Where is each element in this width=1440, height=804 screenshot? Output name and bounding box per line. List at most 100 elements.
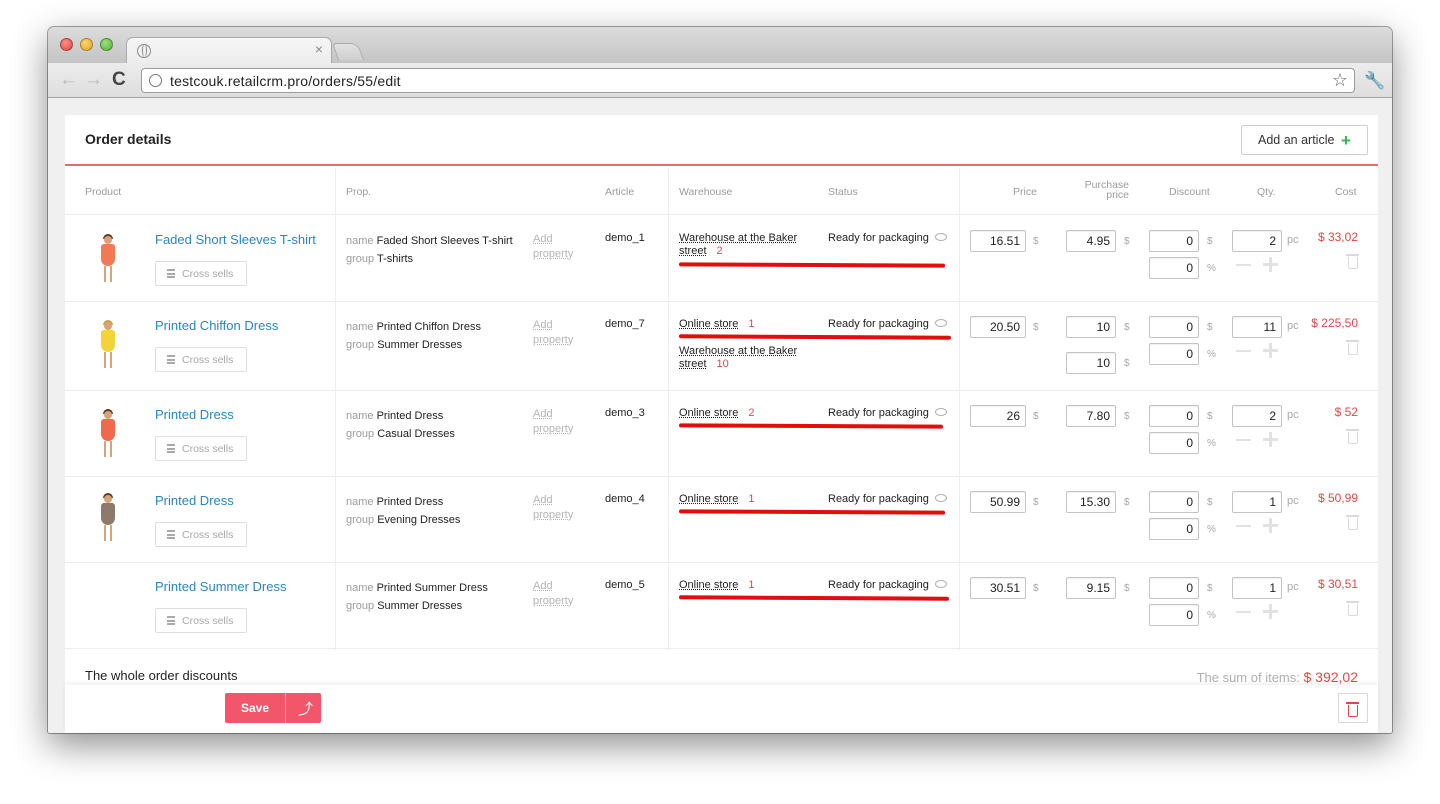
add-property-link[interactable]: Add property	[533, 579, 573, 609]
quantity-input[interactable]: 1	[1232, 491, 1282, 513]
address-url[interactable]: testcouk.retailcrm.pro/orders/55/edit	[170, 73, 401, 89]
product-name-link[interactable]: Faded Short Sleeves T-shirt	[155, 232, 316, 247]
purchase-price-input[interactable]: 7.80	[1066, 405, 1116, 427]
col-price: Price	[1013, 186, 1037, 198]
discount-input[interactable]: 0	[1149, 491, 1199, 513]
minus-icon[interactable]	[1236, 264, 1251, 266]
status-label[interactable]: Ready for packaging	[828, 493, 929, 505]
bookmark-star-icon[interactable]: ☆	[1332, 70, 1348, 91]
purchase-price-input[interactable]: 10	[1066, 352, 1116, 374]
warehouse-link[interactable]: Online store 2	[679, 407, 754, 420]
col-article: Article	[605, 186, 635, 198]
article-code: demo_1	[605, 232, 645, 244]
discount-input[interactable]: 0	[1149, 405, 1199, 427]
cross-sells-button[interactable]: Cross sells	[155, 608, 247, 633]
plus-icon[interactable]	[1263, 343, 1278, 358]
browser-tab[interactable]: ×	[126, 37, 332, 64]
add-property-link[interactable]: Add property	[533, 232, 573, 262]
product-thumbnail[interactable]	[95, 234, 121, 284]
plus-icon[interactable]	[1263, 604, 1278, 619]
quantity-input[interactable]: 2	[1232, 405, 1282, 427]
currency-unit: $	[1207, 497, 1213, 508]
status-label[interactable]: Ready for packaging	[828, 407, 929, 419]
back-arrow-icon[interactable]: ←	[59, 69, 78, 91]
product-thumbnail[interactable]	[95, 409, 121, 459]
cross-sells-button[interactable]: Cross sells	[155, 522, 247, 547]
price-input[interactable]: 20.50	[970, 316, 1026, 338]
reload-icon[interactable]: C	[112, 69, 126, 91]
comment-icon[interactable]	[935, 408, 947, 416]
discount-percent-input[interactable]: 0	[1149, 604, 1199, 626]
status-label[interactable]: Ready for packaging	[828, 232, 929, 244]
new-tab-button[interactable]	[331, 43, 365, 60]
minus-icon[interactable]	[1236, 439, 1251, 441]
product-name-link[interactable]: Printed Summer Dress	[155, 579, 286, 594]
warehouse-link[interactable]: Online store 1	[679, 318, 754, 331]
export-icon[interactable]: ⤴	[298, 698, 313, 719]
save-button[interactable]: Save ⤴	[225, 693, 321, 723]
discount-percent-input[interactable]: 0	[1149, 432, 1199, 454]
minus-icon[interactable]	[1236, 525, 1251, 527]
discount-percent-input[interactable]: 0	[1149, 343, 1199, 365]
discount-input[interactable]: 0	[1149, 230, 1199, 252]
wrench-icon[interactable]: 🔧	[1364, 71, 1385, 91]
add-article-button[interactable]: Add an article +	[1241, 125, 1368, 155]
warehouse-link[interactable]: Warehouse at the Baker street 10	[679, 345, 797, 371]
comment-icon[interactable]	[935, 319, 947, 327]
highlight-underline	[678, 262, 946, 268]
trash-icon[interactable]	[1346, 515, 1359, 530]
minimize-window-button[interactable]	[80, 38, 93, 51]
address-bar[interactable]: testcouk.retailcrm.pro/orders/55/edit ☆	[141, 68, 1355, 93]
product-name-link[interactable]: Printed Dress	[155, 407, 234, 422]
trash-icon[interactable]	[1346, 601, 1359, 616]
add-property-link[interactable]: Add property	[533, 493, 573, 523]
cross-sells-button[interactable]: Cross sells	[155, 436, 247, 461]
trash-icon[interactable]	[1346, 340, 1359, 355]
status-label[interactable]: Ready for packaging	[828, 579, 929, 591]
price-input[interactable]: 50.99	[970, 491, 1026, 513]
product-thumbnail[interactable]	[95, 493, 121, 543]
trash-icon[interactable]	[1346, 254, 1359, 269]
table-row: Printed Summer Dress Cross sells name Pr…	[65, 563, 1378, 649]
quantity-input[interactable]: 1	[1232, 577, 1282, 599]
plus-icon[interactable]	[1263, 518, 1278, 533]
minus-icon[interactable]	[1236, 611, 1251, 613]
price-input[interactable]: 26	[970, 405, 1026, 427]
discount-input[interactable]: 0	[1149, 577, 1199, 599]
purchase-price-input[interactable]: 4.95	[1066, 230, 1116, 252]
trash-icon[interactable]	[1346, 429, 1359, 444]
purchase-price-input[interactable]: 15.30	[1066, 491, 1116, 513]
add-property-link[interactable]: Add property	[533, 407, 573, 437]
currency-unit: $	[1124, 497, 1130, 508]
cross-sells-button[interactable]: Cross sells	[155, 347, 247, 372]
discount-input[interactable]: 0	[1149, 316, 1199, 338]
zoom-window-button[interactable]	[100, 38, 113, 51]
purchase-price-input[interactable]: 10	[1066, 316, 1116, 338]
plus-icon[interactable]	[1263, 432, 1278, 447]
discount-percent-input[interactable]: 0	[1149, 518, 1199, 540]
purchase-price-input[interactable]: 9.15	[1066, 577, 1116, 599]
product-name-link[interactable]: Printed Dress	[155, 493, 234, 508]
minus-icon[interactable]	[1236, 350, 1251, 352]
forward-arrow-icon[interactable]: →	[84, 69, 103, 91]
product-thumbnail[interactable]	[95, 320, 121, 370]
comment-icon[interactable]	[935, 494, 947, 502]
product-name-link[interactable]: Printed Chiffon Dress	[155, 318, 278, 333]
warehouse-link[interactable]: Warehouse at the Baker street 2	[679, 232, 797, 258]
tab-close-icon[interactable]: ×	[315, 41, 323, 57]
comment-icon[interactable]	[935, 580, 947, 588]
warehouse-link[interactable]: Online store 1	[679, 579, 754, 592]
comment-icon[interactable]	[935, 233, 947, 241]
quantity-input[interactable]: 11	[1232, 316, 1282, 338]
cross-sells-button[interactable]: Cross sells	[155, 261, 247, 286]
quantity-input[interactable]: 2	[1232, 230, 1282, 252]
status-label[interactable]: Ready for packaging	[828, 318, 929, 330]
warehouse-link[interactable]: Online store 1	[679, 493, 754, 506]
plus-icon[interactable]	[1263, 257, 1278, 272]
price-input[interactable]: 16.51	[970, 230, 1026, 252]
add-property-link[interactable]: Add property	[533, 318, 573, 348]
price-input[interactable]: 30.51	[970, 577, 1026, 599]
delete-order-button[interactable]	[1338, 693, 1368, 723]
close-window-button[interactable]	[60, 38, 73, 51]
discount-percent-input[interactable]: 0	[1149, 257, 1199, 279]
